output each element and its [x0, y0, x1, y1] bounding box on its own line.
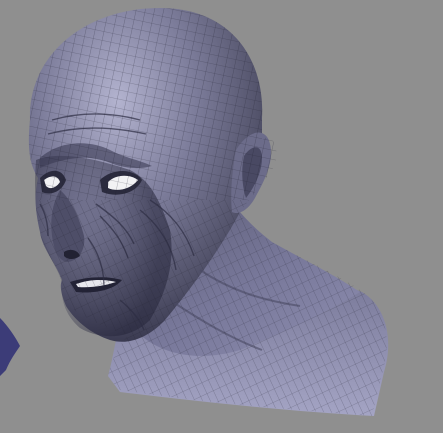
3d-viewport[interactable] — [0, 0, 443, 433]
wireframe-overlay — [28, 8, 387, 416]
partial-object-left-edge[interactable] — [0, 318, 20, 376]
viewport-canvas[interactable] — [0, 0, 443, 433]
